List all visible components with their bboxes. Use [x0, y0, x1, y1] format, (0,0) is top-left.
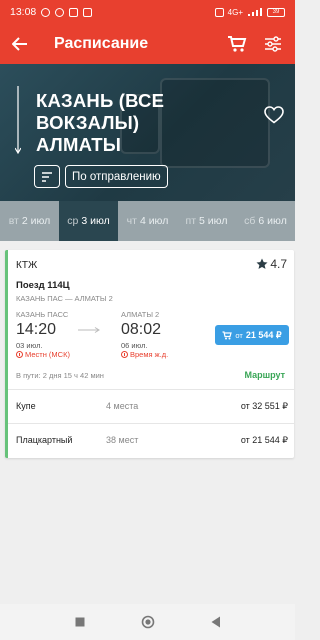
cart-icon — [228, 36, 247, 52]
seats-count: 38 мест — [106, 435, 139, 445]
departure-station: КАЗАНЬ ПАСС — [16, 310, 69, 319]
date-tab[interactable]: вт 2 июл — [0, 201, 59, 241]
nfc-icon — [214, 7, 224, 17]
route-arrow-icon — [15, 86, 21, 154]
route-link[interactable]: Маршрут — [244, 370, 285, 380]
buy-ticket-button[interactable]: от 21 544 ₽ — [215, 325, 289, 345]
route-to: АЛМАТЫ — [36, 134, 122, 155]
date-selector: вт 2 июл ср 3 июл чт 4 июл пт 5 июл сб 6 июл — [0, 201, 295, 241]
notification-icon-2 — [69, 7, 79, 17]
class-name: Плацкартный — [16, 435, 73, 445]
class-row-platskart[interactable]: Плацкартный 38 мест от 21 544 ₽ — [8, 423, 294, 456]
home-button[interactable] — [141, 615, 155, 629]
carrier-rating: 4.7 — [256, 257, 287, 271]
favorite-button[interactable] — [264, 106, 284, 124]
date-label: 2 июл — [21, 215, 51, 227]
train-card[interactable]: КТЖ 4.7 Поезд 114Ц КАЗАНЬ ПАС — АЛМАТЫ 2… — [5, 250, 294, 458]
date-tab[interactable]: сб 6 июл — [236, 201, 295, 241]
cart-icon — [222, 330, 233, 339]
date-weekday: сб — [244, 215, 256, 227]
class-price: от 21 544 ₽ — [240, 434, 288, 445]
signal-icon — [248, 8, 262, 16]
arrival-station: АЛМАТЫ 2 — [121, 310, 160, 319]
date-tab[interactable]: чт 4 июл — [118, 201, 177, 241]
notification-icon-3 — [83, 7, 93, 17]
recents-button[interactable] — [73, 615, 87, 629]
sort-button[interactable] — [34, 165, 60, 188]
app-bar: Расписание — [0, 24, 295, 64]
clock-icon — [16, 351, 23, 358]
arrival-timezone: Время ж.д. — [121, 350, 168, 359]
price-from-label: от — [235, 330, 243, 340]
train-route: КАЗАНЬ ПАС — АЛМАТЫ 2 — [16, 294, 113, 303]
battery-level: 39 — [272, 8, 280, 15]
departure-timezone: Местн (МСК) — [16, 350, 70, 359]
square-icon — [75, 617, 84, 627]
date-weekday: чт — [126, 215, 137, 227]
date-tab[interactable]: пт 5 июл — [177, 201, 236, 241]
clock-icon — [121, 351, 128, 358]
back-button[interactable] — [0, 24, 40, 64]
departure-tz-label: Местн (МСК) — [25, 350, 70, 359]
arrival-time: 08:02 — [121, 321, 162, 338]
background-window — [160, 78, 270, 168]
seats-count: 4 места — [106, 401, 139, 411]
arrow-left-icon — [12, 37, 27, 51]
rating-value: 4.7 — [270, 257, 287, 271]
settings-button[interactable] — [259, 30, 287, 58]
price-value: 21 544 ₽ — [245, 329, 282, 340]
star-icon — [256, 258, 268, 269]
date-label: 3 июл — [81, 215, 110, 227]
arrow-right-icon — [78, 327, 100, 333]
date-weekday: пт — [185, 215, 197, 227]
circle-icon — [141, 615, 154, 629]
class-row-kupe[interactable]: Купе 4 места от 32 551 ₽ — [8, 389, 294, 422]
arrival-tz-label: Время ж.д. — [130, 350, 169, 359]
signal-label: 4G+ — [227, 7, 243, 17]
date-label: 6 июл — [258, 215, 287, 227]
sort-lines-icon — [42, 171, 52, 182]
notification-icon — [41, 7, 51, 17]
cart-button[interactable] — [223, 30, 251, 58]
date-label: 5 июл — [199, 215, 228, 227]
back-nav-button[interactable] — [209, 615, 223, 629]
travel-duration: В пути: 2 дня 15 ч 42 мин — [16, 371, 104, 380]
page-title: Расписание — [54, 35, 149, 52]
triangle-back-icon — [211, 616, 220, 628]
arrival-date: 06 июл. — [121, 341, 148, 350]
route-from-line1: КАЗАНЬ (ВСЕ — [36, 90, 165, 111]
departure-date: 03 июл. — [16, 341, 43, 350]
class-name: Купе — [16, 401, 36, 411]
train-number: Поезд 114Ц — [16, 280, 70, 291]
whatsapp-icon — [55, 7, 65, 17]
battery-icon: 39 — [267, 7, 285, 17]
sliders-icon — [265, 36, 281, 52]
route-header: КАЗАНЬ (ВСЕ ВОКЗАЛЫ) АЛМАТЫ По отправлен… — [0, 64, 295, 201]
route-title: КАЗАНЬ (ВСЕ ВОКЗАЛЫ) АЛМАТЫ — [36, 90, 164, 156]
status-bar: 13:08 4G+ 39 — [0, 0, 295, 24]
date-label: 4 июл — [139, 215, 169, 227]
carrier-name: КТЖ — [16, 260, 38, 271]
date-tab-selected[interactable]: ср 3 июл — [59, 201, 118, 241]
class-price: от 32 551 ₽ — [240, 400, 288, 411]
date-weekday: ср — [67, 215, 79, 227]
sort-by-departure-button[interactable]: По отправлению — [65, 165, 168, 188]
departure-time: 14:20 — [16, 321, 57, 338]
status-time: 13:08 — [10, 6, 37, 18]
system-nav-bar — [0, 604, 295, 640]
route-from-line2: ВОКЗАЛЫ) — [36, 112, 140, 133]
date-weekday: вт — [8, 215, 19, 227]
